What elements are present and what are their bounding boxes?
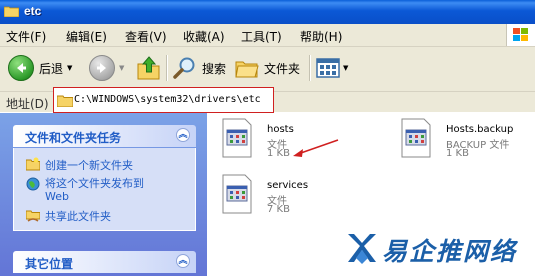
watermark-text: 易企推网络	[382, 237, 518, 266]
logo-icon	[348, 234, 376, 264]
watermark-logo: 易企推网络	[344, 230, 534, 266]
